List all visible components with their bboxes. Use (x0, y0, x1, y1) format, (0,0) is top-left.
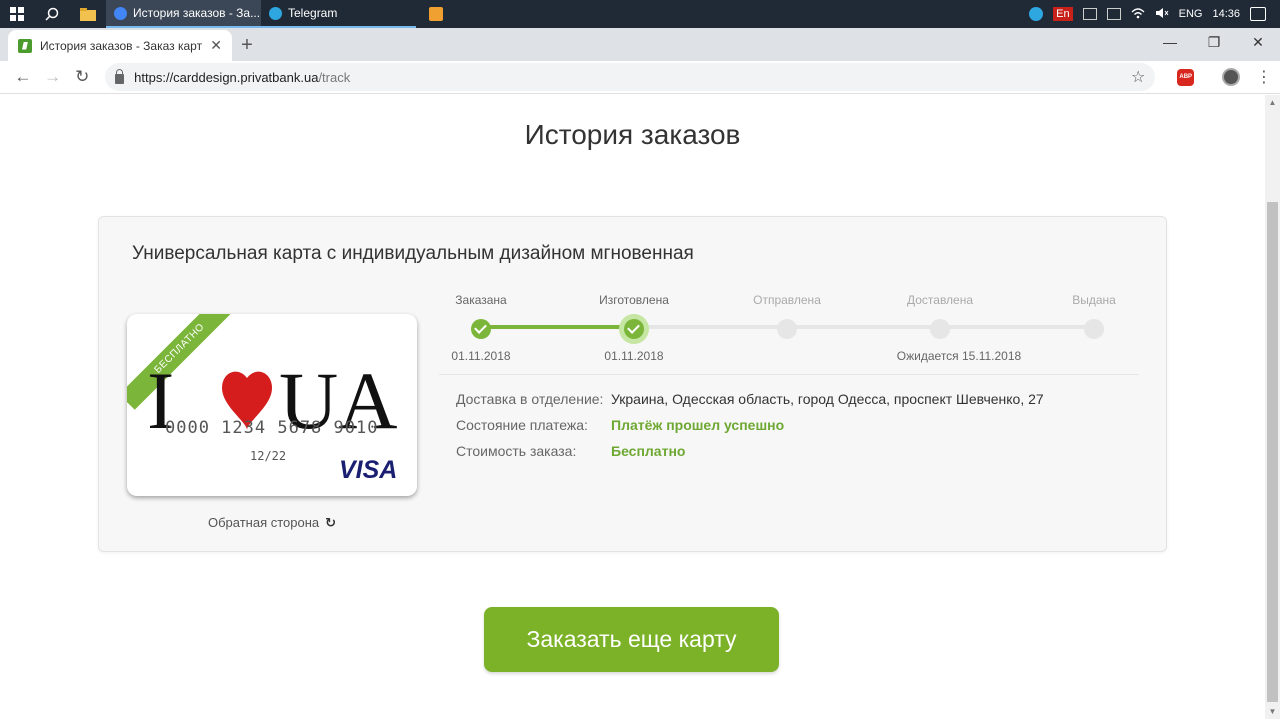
new-tab-button[interactable]: + (232, 30, 262, 61)
window-controls: — ❐ ✕ (1148, 28, 1280, 61)
pending-dot (777, 319, 797, 339)
step-issued: Выдана (1049, 293, 1139, 339)
pending-dot (930, 319, 950, 339)
step-label: Отправлена (753, 293, 821, 307)
lock-icon[interactable] (115, 68, 125, 84)
telegram-tray-icon[interactable] (1029, 7, 1044, 21)
page-content: История заказов Универсальная карта с ин… (0, 95, 1265, 719)
order-card: Универсальная карта с индивидуальным диз… (98, 216, 1167, 552)
system-tray: En ENG 14:36 (1029, 7, 1280, 22)
divider (439, 374, 1139, 375)
browser-menu-icon[interactable]: ⋮ (1256, 67, 1272, 87)
file-explorer-icon[interactable] (70, 0, 106, 28)
step-sent: Отправлена (742, 293, 832, 339)
close-tab-icon[interactable]: ✕ (210, 37, 222, 54)
order-cost: Бесплатно (611, 443, 686, 459)
volume-icon[interactable] (1155, 7, 1169, 22)
taskbar-app-chrome[interactable]: История заказов - За... (106, 0, 261, 28)
profile-avatar[interactable] (1222, 68, 1241, 86)
tab-title: История заказов - Заказ карт (40, 38, 203, 53)
close-window-icon[interactable]: ✕ (1236, 28, 1280, 56)
minimize-icon[interactable]: — (1148, 28, 1192, 56)
url-path: /track (318, 69, 351, 85)
media-player-icon[interactable] (424, 0, 448, 28)
privatbank-favicon-icon (18, 38, 32, 53)
bookmark-star-icon[interactable]: ☆ (1131, 67, 1145, 87)
flip-card-link[interactable]: Обратная сторона ↻ (127, 515, 417, 531)
wifi-icon[interactable] (1131, 7, 1145, 22)
visa-logo: VISA (339, 456, 398, 484)
taskbar-app-label: История заказов - За... (133, 6, 261, 20)
step-label: Изготовлена (599, 293, 669, 307)
detail-label: Доставка в отделение: (456, 391, 604, 407)
detail-label: Стоимость заказа: (456, 443, 577, 459)
step-delivered: Доставлена (895, 293, 985, 339)
taskbar-app-telegram[interactable]: Telegram (261, 0, 416, 28)
detail-row-cost: Стоимость заказа: Бесплатно (456, 438, 1044, 464)
reload-button[interactable]: ↻ (67, 62, 97, 92)
scroll-down-icon[interactable]: ▼ (1265, 704, 1280, 719)
browser-tabstrip: История заказов - Заказ карт ✕ + — ❐ ✕ (0, 28, 1280, 61)
scroll-up-icon[interactable]: ▲ (1265, 95, 1280, 110)
forward-button[interactable]: → (38, 62, 68, 92)
scrollbar-thumb[interactable] (1267, 202, 1278, 702)
delivery-address: Украина, Одесская область, город Одесса,… (611, 391, 1044, 407)
search-icon[interactable] (34, 0, 70, 28)
notification-icon[interactable] (1250, 7, 1266, 21)
url-host: https://carddesign.privatbank.ua (134, 69, 319, 85)
check-icon (624, 319, 644, 339)
detail-row-payment: Состояние платежа: Платёж прошел успешно (456, 412, 1044, 438)
chrome-icon (114, 6, 127, 20)
tray-app-icon[interactable] (1082, 8, 1097, 20)
card-design-preview[interactable]: БЕСПЛАТНО I UA 0000 1234 5678 9010 12/22… (127, 314, 417, 496)
order-progress-tracker: Заказана 01.11.2018 Изготовлена 01.11.20… (439, 293, 1139, 373)
order-another-card-button[interactable]: Заказать еще карту (484, 607, 779, 672)
expected-date: Ожидается 15.11.2018 (896, 349, 1022, 363)
browser-tab[interactable]: История заказов - Заказ карт ✕ (8, 30, 232, 61)
keyboard-language[interactable]: ENG (1179, 8, 1203, 20)
address-bar[interactable]: https://carddesign.privatbank.ua/track ☆ (105, 63, 1156, 91)
taskbar-app-label: Telegram (288, 6, 338, 20)
card-number: 0000 1234 5678 9010 (165, 418, 379, 438)
payment-status: Платёж прошел успешно (611, 417, 785, 433)
windows-taskbar: История заказов - За... Telegram En ENG … (0, 0, 1280, 28)
restore-icon[interactable]: ❐ (1192, 28, 1236, 56)
order-details: Доставка в отделение: Украина, Одесская … (456, 386, 1044, 464)
language-badge[interactable]: En (1053, 7, 1073, 21)
product-name: Универсальная карта с индивидуальным диз… (132, 243, 694, 264)
check-icon (471, 319, 491, 339)
detail-label: Состояние платежа: (456, 417, 588, 433)
windows-start-icon[interactable] (0, 0, 34, 28)
detail-row-delivery: Доставка в отделение: Украина, Одесская … (456, 386, 1044, 412)
step-label: Выдана (1072, 293, 1116, 307)
step-date: 01.11.2018 (451, 349, 511, 363)
step-date: 01.11.2018 (604, 349, 664, 363)
step-label: Доставлена (906, 293, 974, 307)
step-produced: Изготовлена 01.11.2018 (589, 293, 679, 364)
telegram-icon (269, 6, 282, 20)
battery-icon[interactable] (1106, 8, 1121, 20)
clock[interactable]: 14:36 (1212, 8, 1240, 20)
page-title: История заказов (524, 119, 741, 150)
step-label: Заказана (455, 293, 507, 307)
back-button[interactable]: ← (8, 62, 38, 92)
page-scrollbar[interactable]: ▲ ▼ (1265, 95, 1280, 719)
step-ordered: Заказана 01.11.2018 (436, 293, 526, 364)
flip-label: Обратная сторона (207, 515, 320, 530)
adblock-plus-icon[interactable]: ABP (1177, 68, 1195, 86)
pending-dot (1084, 319, 1104, 339)
card-expiry: 12/22 (250, 449, 287, 463)
rotate-icon[interactable]: ↻ (325, 515, 336, 530)
browser-toolbar: ← → ↻ https://carddesign.privatbank.ua/t… (0, 61, 1280, 94)
